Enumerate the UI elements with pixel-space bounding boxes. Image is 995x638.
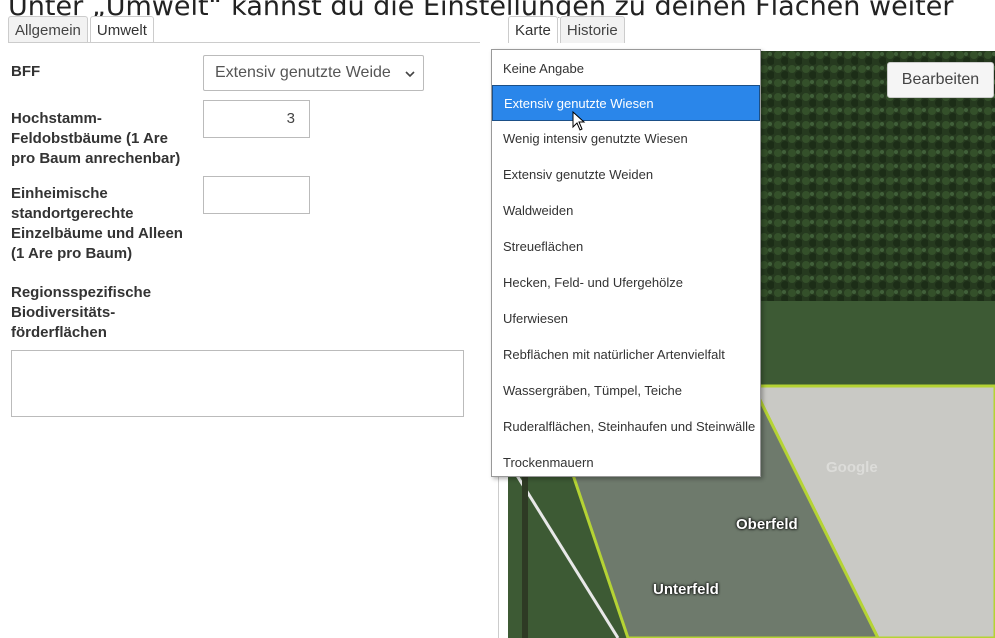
option-hecken[interactable]: Hecken, Feld- und Ufergehölze	[492, 265, 760, 301]
chevron-down-icon	[405, 71, 415, 78]
einheimische-input[interactable]	[203, 176, 310, 214]
option-extensiv-genutzte-weiden[interactable]: Extensiv genutzte Weiden	[492, 157, 760, 193]
option-keine-angabe[interactable]: Keine Angabe	[492, 51, 760, 87]
left-tabbar: Allgemein Umwelt	[8, 16, 156, 43]
option-rebflaechen[interactable]: Rebflächen mit natürlicher Artenvielfalt	[492, 337, 760, 373]
tab-historie[interactable]: Historie	[559, 16, 625, 43]
bff-select[interactable]: Extensiv genutzte Weide	[203, 55, 424, 91]
map-label-unterfeld: Unterfeld	[653, 581, 719, 598]
option-trockenmauern[interactable]: Trockenmauern	[492, 445, 760, 481]
bff-select-value: Extensiv genutzte Weide	[215, 64, 391, 81]
hochstamm-label: Hochstamm- Feldobstbäume (1 Are pro Baum…	[11, 110, 181, 167]
tabbar-divider	[8, 42, 480, 43]
option-extensiv-genutzte-wiesen[interactable]: Extensiv genutzte Wiesen	[492, 85, 760, 121]
option-wenig-intensiv-genutzte-wiesen[interactable]: Wenig intensiv genutzte Wiesen	[492, 121, 760, 157]
map-label-oberfeld: Oberfeld	[736, 516, 798, 533]
tab-karte[interactable]: Karte	[508, 16, 558, 43]
option-ruderalflaechen[interactable]: Ruderalflächen, Steinhaufen und Steinwäl…	[492, 409, 760, 445]
option-wassergraeben[interactable]: Wassergräben, Tümpel, Teiche	[492, 373, 760, 409]
mouse-pointer-icon	[572, 111, 586, 131]
right-tabbar: Karte Historie	[508, 16, 627, 43]
bff-label: BFF	[11, 63, 41, 80]
left-panel: Allgemein Umwelt BFF Extensiv genutzte W…	[0, 0, 480, 638]
einheimische-label: Einheimische standortgerechte Einzelbäum…	[11, 185, 183, 262]
edit-button[interactable]: Bearbeiten	[887, 62, 994, 98]
regions-textarea[interactable]	[11, 350, 464, 417]
tab-allgemein[interactable]: Allgemein	[8, 16, 88, 43]
hochstamm-input[interactable]: 3	[203, 100, 310, 138]
option-waldweiden[interactable]: Waldweiden	[492, 193, 760, 229]
option-uferwiesen[interactable]: Uferwiesen	[492, 301, 760, 337]
tab-umwelt[interactable]: Umwelt	[89, 16, 154, 43]
option-streueflaechen[interactable]: Streueflächen	[492, 229, 760, 265]
regions-label: Regionsspezifische Biodiversitäts- förde…	[11, 284, 152, 341]
google-watermark: Google	[826, 459, 878, 476]
bff-dropdown-list: Keine Angabe Extensiv genutzte Wiesen We…	[491, 49, 761, 477]
